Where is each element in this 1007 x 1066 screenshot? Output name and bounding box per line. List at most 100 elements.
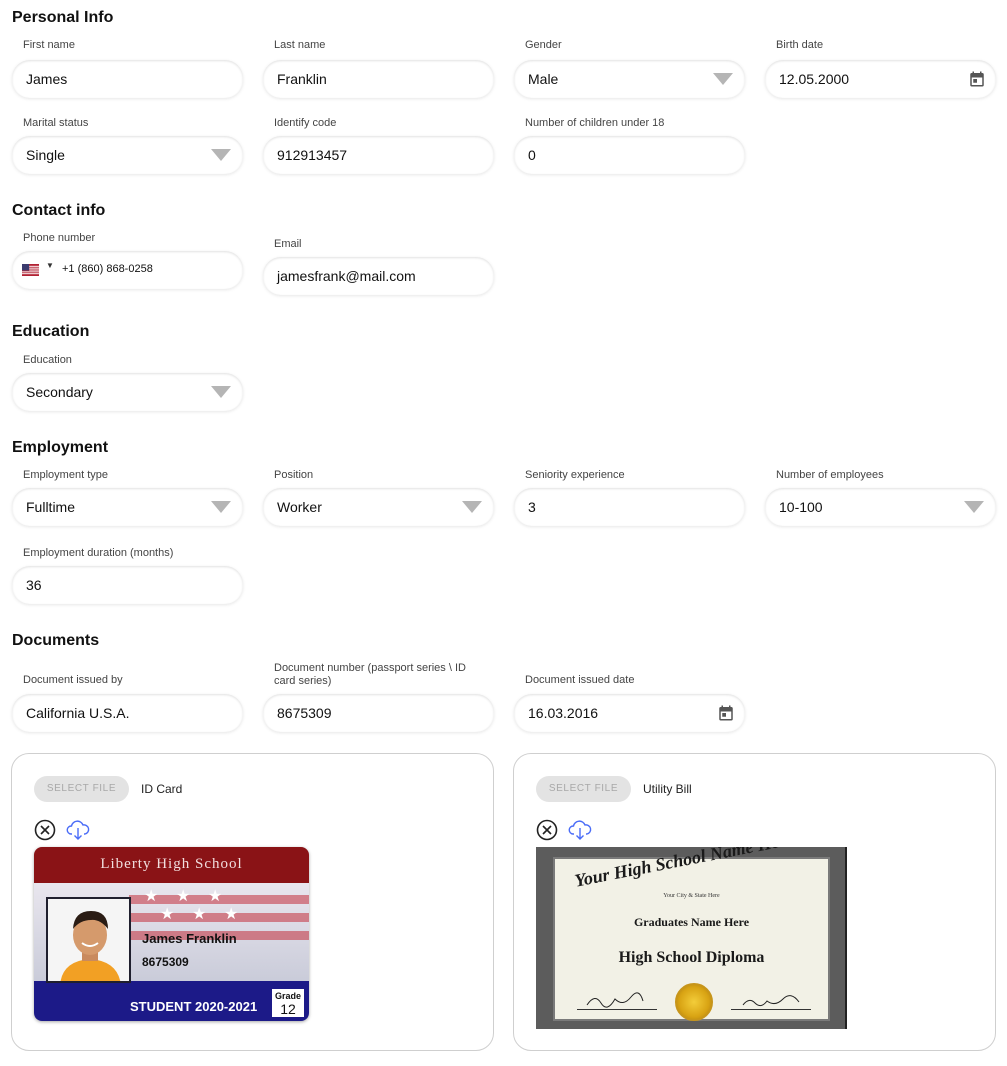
file-label: Utility Bill <box>643 782 692 796</box>
phone-value: +1 (860) 868-0258 <box>62 263 153 275</box>
employees-select[interactable]: 10-100 <box>765 488 996 526</box>
id-card-school-name: Liberty High School <box>34 847 309 883</box>
diploma-city: Your City & State Here <box>663 893 720 899</box>
upload-card-id: SELECT FILE ID Card ★ ★ ★ ★ ★ ★ Liberty … <box>11 753 494 1051</box>
children-input[interactable]: 0 <box>514 136 745 174</box>
children-label: Number of children under 18 <box>525 117 665 129</box>
dropdown-arrow-icon <box>713 73 733 85</box>
star-icon: ★ <box>208 888 223 905</box>
signature-line <box>731 1009 811 1010</box>
education-label: Education <box>23 354 72 366</box>
seniority-label: Seniority experience <box>525 469 625 481</box>
remove-file-icon[interactable] <box>536 819 558 841</box>
marital-status-value: Single <box>26 147 65 163</box>
identify-code-input[interactable]: 912913457 <box>263 136 494 174</box>
select-file-button[interactable]: SELECT FILE <box>34 776 129 802</box>
first-name-value: James <box>26 71 68 87</box>
first-name-label: First name <box>23 39 75 51</box>
seniority-input[interactable]: 3 <box>514 488 745 526</box>
email-input[interactable]: jamesfrank@mail.com <box>263 257 494 295</box>
education-value: Secondary <box>26 384 93 400</box>
id-card-grade: Grade 12 <box>272 989 304 1017</box>
diploma-image: Your High School Name Here Your City & S… <box>536 847 847 1029</box>
diploma-heading: High School Diploma <box>618 949 765 966</box>
select-file-button[interactable]: SELECT FILE <box>536 776 631 802</box>
section-title-personal-info: Personal Info <box>12 9 114 26</box>
section-title-documents: Documents <box>12 632 100 649</box>
employees-value: 10-100 <box>779 499 823 515</box>
birth-date-input[interactable]: 12.05.2000 <box>765 60 996 98</box>
remove-file-icon[interactable] <box>34 819 56 841</box>
id-card-stripe <box>129 913 309 922</box>
position-label: Position <box>274 469 314 481</box>
document-number-label: Document number (passport series \ ID ca… <box>274 662 466 687</box>
diploma-seal <box>675 983 713 1021</box>
dropdown-arrow-icon <box>211 149 231 161</box>
document-number-input[interactable]: 8675309 <box>263 694 494 732</box>
employees-label: Number of employees <box>776 469 884 481</box>
download-icon[interactable] <box>66 819 90 841</box>
us-flag-icon[interactable] <box>22 264 39 276</box>
gender-select[interactable]: Male <box>514 60 745 98</box>
email-value: jamesfrank@mail.com <box>277 268 416 284</box>
document-issued-by-label: Document issued by <box>23 674 123 686</box>
id-card-name: James Franklin <box>142 931 237 946</box>
gender-value: Male <box>528 71 559 87</box>
marital-status-select[interactable]: Single <box>12 136 243 174</box>
gender-label: Gender <box>525 39 562 51</box>
id-card-photo <box>46 897 131 983</box>
identify-code-value: 912913457 <box>277 147 348 163</box>
star-icon: ★ <box>160 906 175 923</box>
position-select[interactable]: Worker <box>263 488 494 526</box>
upload-card-utility: SELECT FILE Utility Bill Your High Schoo… <box>513 753 996 1051</box>
email-label: Email <box>274 238 302 250</box>
calendar-icon[interactable] <box>717 704 735 722</box>
position-value: Worker <box>277 499 322 515</box>
last-name-label: Last name <box>274 39 326 51</box>
seniority-value: 3 <box>528 499 536 515</box>
education-select[interactable]: Secondary <box>12 373 243 411</box>
signature-mark <box>586 992 644 1008</box>
id-card-image: ★ ★ ★ ★ ★ ★ Liberty High School James Fr… <box>34 847 309 1021</box>
document-issued-date-label: Document issued date <box>525 674 635 686</box>
id-card-grade-value: 12 <box>280 1001 296 1017</box>
star-icon: ★ <box>192 906 207 923</box>
document-issued-by-input[interactable]: California U.S.A. <box>12 694 243 732</box>
employment-type-label: Employment type <box>23 469 108 481</box>
section-title-employment: Employment <box>12 439 109 456</box>
star-icon: ★ <box>224 906 239 923</box>
calendar-icon[interactable] <box>968 70 986 88</box>
employment-duration-value: 36 <box>26 577 42 593</box>
document-issued-date-value: 16.03.2016 <box>528 705 599 721</box>
first-name-input[interactable]: James <box>12 60 243 98</box>
birth-date-value: 12.05.2000 <box>779 71 850 87</box>
diploma-graduate-name: Graduates Name Here <box>633 915 750 929</box>
employment-duration-input[interactable]: 36 <box>12 566 243 604</box>
dropdown-arrow-icon <box>211 501 231 513</box>
birth-date-label: Birth date <box>776 39 824 51</box>
id-card-student-label: STUDENT 2020-2021 <box>130 999 258 1014</box>
star-icon: ★ <box>176 888 191 905</box>
diploma-paper: Your High School Name Here Your City & S… <box>553 847 830 1021</box>
section-title-contact-info: Contact info <box>12 202 106 219</box>
diploma-school-title: Your High School Name Here <box>573 847 796 891</box>
country-caret-icon[interactable]: ▼ <box>46 261 54 270</box>
identify-code-label: Identify code <box>274 117 337 129</box>
star-icon: ★ <box>144 888 159 905</box>
dropdown-arrow-icon <box>211 386 231 398</box>
employment-type-value: Fulltime <box>26 499 76 515</box>
last-name-value: Franklin <box>277 71 327 87</box>
document-issued-by-value: California U.S.A. <box>26 705 130 721</box>
children-value: 0 <box>528 147 536 163</box>
employment-type-select[interactable]: Fulltime <box>12 488 243 526</box>
document-issued-date-input[interactable]: 16.03.2016 <box>514 694 745 732</box>
download-icon[interactable] <box>568 819 592 841</box>
phone-input[interactable]: ▼ +1 (860) 868-0258 <box>12 251 243 289</box>
phone-label: Phone number <box>23 232 96 244</box>
file-label: ID Card <box>141 782 183 796</box>
last-name-input[interactable]: Franklin <box>263 60 494 98</box>
dropdown-arrow-icon <box>462 501 482 513</box>
document-number-value: 8675309 <box>277 705 332 721</box>
dropdown-arrow-icon <box>964 501 984 513</box>
marital-status-label: Marital status <box>23 117 89 129</box>
